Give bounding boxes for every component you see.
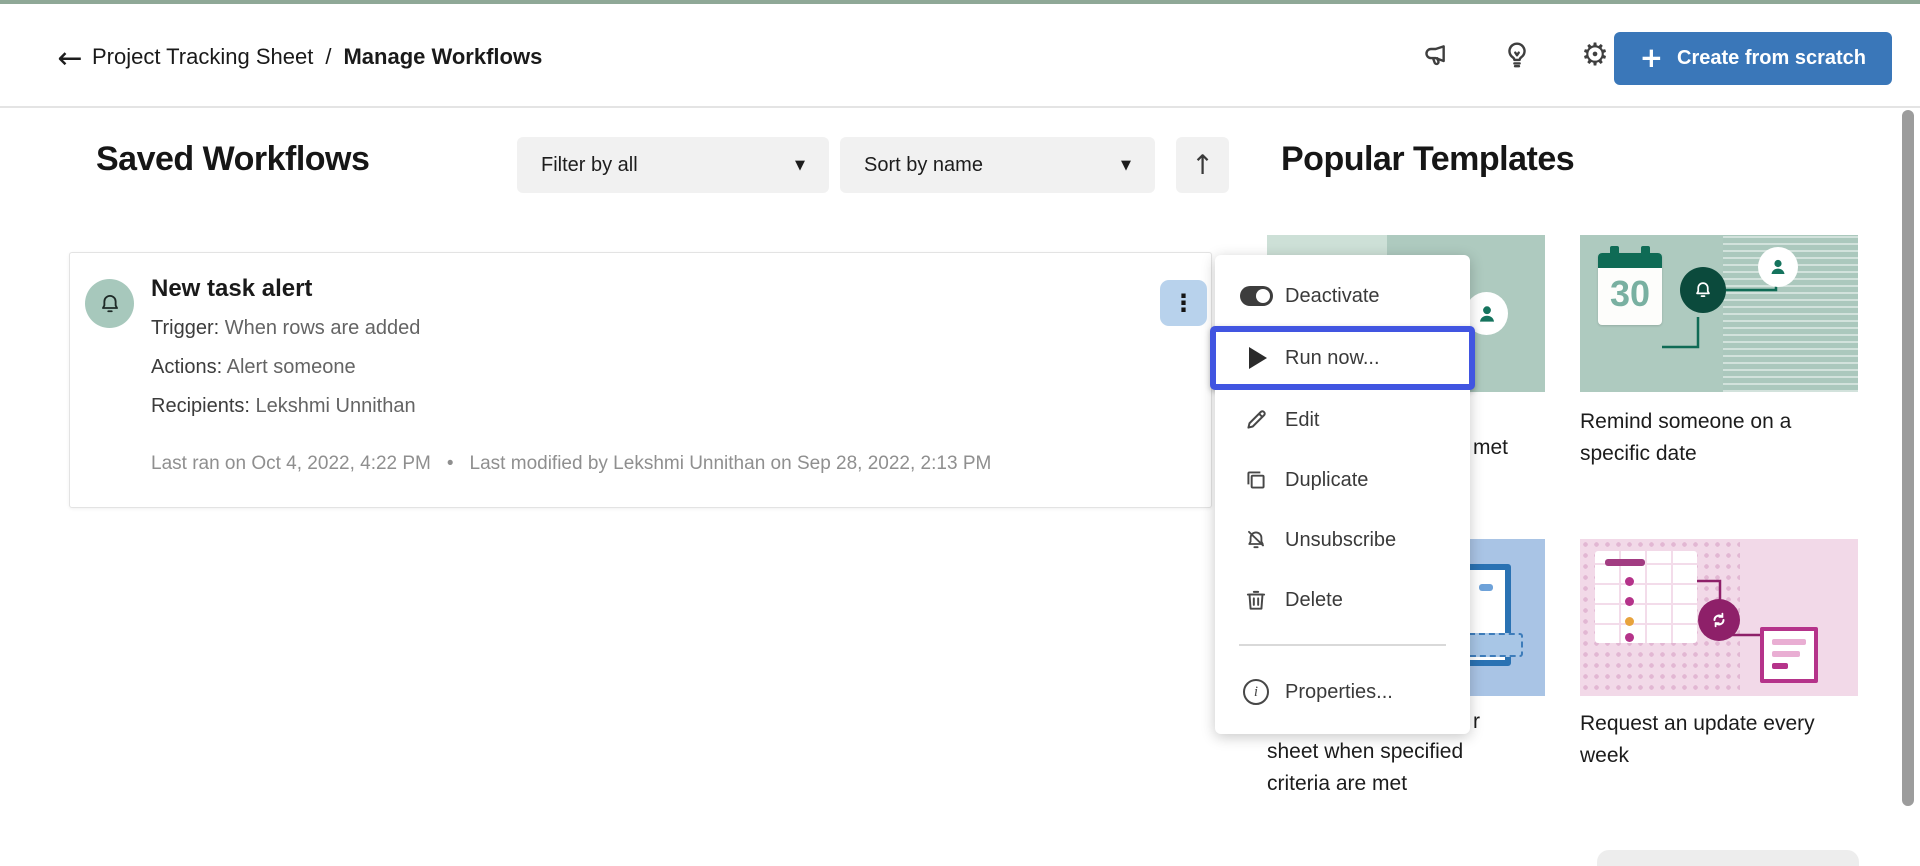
filter-dropdown-value: Filter by all (541, 154, 638, 177)
create-button-label: Create from scratch (1677, 47, 1866, 70)
menu-divider (1239, 644, 1446, 646)
workflow-recipients-line: Recipients: Lekshmi Unnithan (151, 395, 416, 418)
sort-direction-button[interactable]: ↑ (1176, 137, 1229, 193)
sort-dropdown-value: Sort by name (864, 154, 983, 177)
arrow-up-icon: ↑ (1191, 150, 1214, 181)
trigger-label: Trigger: (151, 317, 219, 339)
last-ran-text: Last ran on Oct 4, 2022, 4:22 PM (151, 453, 431, 475)
menu-item-label: Edit (1285, 409, 1319, 432)
update-request-sync-icon (1698, 599, 1740, 641)
sheet-grid-icon (1595, 551, 1697, 643)
workflow-title: New task alert (151, 275, 312, 303)
create-from-scratch-button[interactable]: + Create from scratch (1614, 32, 1892, 85)
bullet-separator: • (447, 453, 454, 475)
template-card-2-image[interactable]: 30 (1580, 235, 1858, 392)
kebab-icon: ⋮ (1172, 289, 1196, 317)
saved-workflows-heading: Saved Workflows (96, 140, 369, 179)
person-avatar-icon (1758, 247, 1798, 287)
duplicate-icon (1239, 467, 1273, 493)
template-3-caption-line2: sheet when specified (1267, 736, 1463, 768)
template-card-5-placeholder[interactable] (1597, 850, 1859, 866)
back-button[interactable]: ← (50, 40, 90, 76)
workflow-actions-line: Actions: Alert someone (151, 356, 356, 379)
chevron-down-icon: ▼ (1121, 158, 1131, 173)
plus-icon: + (1640, 44, 1663, 72)
bell-slash-icon (1239, 527, 1273, 553)
filter-dropdown[interactable]: Filter by all ▼ (517, 137, 829, 193)
header-bar: ← Project Tracking Sheet / Manage Workfl… (0, 4, 1920, 108)
template-3-caption-line3: criteria are met (1267, 768, 1407, 800)
bell-icon (97, 291, 123, 317)
play-icon (1239, 347, 1273, 369)
menu-item-label: Run now... (1285, 347, 1380, 370)
update-form-icon (1760, 627, 1818, 683)
trash-icon (1239, 587, 1273, 613)
workflow-trigger-line: Trigger: When rows are added (151, 317, 420, 340)
template-1-caption-fragment: met (1473, 432, 1508, 464)
breadcrumb: Project Tracking Sheet / Manage Workflow… (92, 44, 542, 70)
actions-value: Alert someone (227, 356, 356, 378)
menu-item-label: Delete (1285, 589, 1343, 612)
template-3-caption-line1-fragment: r (1473, 706, 1480, 738)
template-2-caption: Remind someone on a specific date (1580, 406, 1852, 470)
workflow-card[interactable]: New task alert Trigger: When rows are ad… (69, 252, 1212, 508)
menu-item-edit[interactable]: Edit (1215, 390, 1470, 450)
workflow-context-menu: Deactivate Run now... Edit Duplicate (1215, 255, 1470, 734)
template-4-caption: Request an update every week (1580, 708, 1860, 772)
header-icon-group: ⚙ (1422, 38, 1612, 72)
menu-item-label: Duplicate (1285, 469, 1368, 492)
breadcrumb-current-page: Manage Workflows (343, 44, 542, 70)
info-icon: i (1239, 679, 1273, 705)
recipients-value: Lekshmi Unnithan (256, 395, 416, 417)
breadcrumb-sheet-link[interactable]: Project Tracking Sheet (92, 44, 313, 70)
recipients-label: Recipients: (151, 395, 250, 417)
menu-item-unsubscribe[interactable]: Unsubscribe (1215, 510, 1470, 570)
menu-item-properties[interactable]: i Properties... (1215, 662, 1470, 722)
menu-item-delete[interactable]: Delete (1215, 570, 1470, 630)
menu-item-run-now[interactable]: Run now... (1210, 326, 1475, 390)
toggle-on-icon (1239, 286, 1273, 306)
last-modified-text: Last modified by Lekshmi Unnithan on Sep… (470, 453, 992, 475)
megaphone-icon[interactable] (1422, 38, 1456, 72)
workflow-more-actions-button[interactable]: ⋮ (1160, 280, 1207, 326)
chevron-down-icon: ▼ (795, 158, 805, 173)
breadcrumb-separator: / (325, 44, 331, 70)
gear-icon[interactable]: ⚙ (1578, 38, 1612, 72)
vertical-scrollbar-thumb[interactable] (1902, 110, 1914, 806)
actions-label: Actions: (151, 356, 222, 378)
calendar-number: 30 (1598, 273, 1662, 315)
reminder-bell-badge-icon (1680, 267, 1726, 313)
trigger-value: When rows are added (225, 317, 421, 339)
workflow-avatar (85, 279, 134, 328)
back-arrow-icon: ← (57, 41, 82, 76)
popular-templates-heading: Popular Templates (1281, 140, 1574, 179)
pencil-icon (1239, 407, 1273, 433)
lightbulb-icon[interactable] (1500, 38, 1534, 72)
calendar-icon: 30 (1598, 253, 1662, 325)
menu-item-label: Unsubscribe (1285, 529, 1396, 552)
menu-item-deactivate[interactable]: Deactivate (1215, 266, 1470, 326)
template-card-4-image[interactable] (1580, 539, 1858, 696)
menu-item-duplicate[interactable]: Duplicate (1215, 450, 1470, 510)
menu-item-label: Deactivate (1285, 285, 1380, 308)
workflow-meta-footer: Last ran on Oct 4, 2022, 4:22 PM • Last … (151, 453, 991, 475)
menu-item-label: Properties... (1285, 681, 1393, 704)
manage-workflows-page: ← Project Tracking Sheet / Manage Workfl… (0, 0, 1920, 866)
template-1-light-block (1267, 235, 1387, 255)
sort-dropdown[interactable]: Sort by name ▼ (840, 137, 1155, 193)
